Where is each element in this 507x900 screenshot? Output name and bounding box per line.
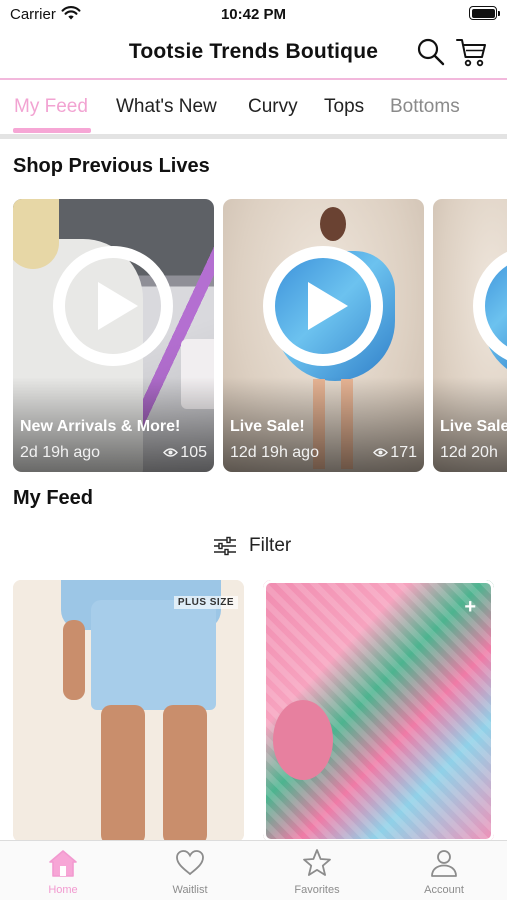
search-button[interactable] (415, 36, 447, 68)
search-icon (417, 38, 445, 66)
nav-home-label: Home (48, 884, 78, 896)
sliders-icon (214, 536, 236, 556)
nav-home[interactable]: Home (0, 841, 126, 900)
plus-icon: + (464, 596, 476, 618)
leg-shape (163, 705, 207, 842)
live-age: 12d 19h ago (230, 444, 319, 461)
bottom-nav: Home Waitlist Favorites Account (0, 840, 507, 900)
filter-label: Filter (249, 535, 292, 556)
previous-lives-title: Shop Previous Lives (13, 155, 210, 177)
nav-account-label: Account (424, 884, 464, 896)
nav-favorites[interactable]: Favorites (254, 841, 380, 900)
status-time: 10:42 PM (220, 6, 287, 23)
eye-icon (373, 448, 389, 457)
nav-waitlist-label: Waitlist (172, 884, 208, 896)
arm-shape (63, 620, 85, 700)
nav-favorites-label: Favorites (294, 884, 340, 896)
product-card[interactable]: PLUS SIZE (13, 580, 244, 842)
tab-tops[interactable]: Tops (324, 96, 364, 118)
heart-icon (176, 850, 204, 876)
product-card[interactable]: + (263, 580, 494, 842)
shorts-shape (91, 600, 216, 710)
live-card[interactable]: Live Sale! 12d 19h ago 171 (223, 199, 424, 472)
view-count: 105 (163, 444, 207, 462)
view-count: 171 (373, 444, 417, 462)
status-bar: Carrier 10:42 PM (0, 0, 507, 28)
cart-icon (456, 39, 486, 67)
leg-shape (101, 705, 145, 842)
tab-bottoms[interactable]: Bottoms (390, 96, 460, 118)
filter-button[interactable]: Filter (213, 534, 303, 558)
live-title: New Arrivals & More! (20, 418, 181, 435)
play-icon (473, 251, 507, 361)
app-header: Tootsie Trends Boutique (0, 28, 507, 78)
live-card[interactable]: New Arrivals & More! 2d 19h ago 105 (13, 199, 214, 472)
view-count-value: 105 (180, 444, 207, 461)
play-icon (53, 246, 173, 366)
live-age: 12d 20h (440, 444, 498, 461)
feed-title: My Feed (13, 487, 94, 509)
star-icon (303, 849, 331, 876)
live-card[interactable]: Live Sale 12d 20h (433, 199, 507, 472)
home-icon (49, 850, 77, 877)
tab-curvy[interactable]: Curvy (248, 96, 298, 118)
tab-my-feed[interactable]: My Feed (14, 96, 88, 118)
nav-waitlist[interactable]: Waitlist (127, 841, 253, 900)
product-image (263, 580, 494, 842)
person-icon (431, 850, 457, 877)
live-title: Live Sale (440, 418, 507, 435)
flower-shape (273, 700, 333, 780)
cart-button[interactable] (455, 36, 489, 68)
live-title: Live Sale! (230, 418, 305, 435)
active-tab-indicator (13, 128, 91, 133)
view-count-value: 171 (390, 444, 417, 461)
tabs-divider (0, 134, 507, 139)
size-badge: PLUS SIZE (173, 596, 238, 609)
tab-whats-new[interactable]: What's New (116, 96, 217, 118)
battery-icon (469, 6, 500, 20)
live-age: 2d 19h ago (20, 444, 101, 461)
eye-icon (163, 448, 179, 457)
product-image (13, 580, 244, 842)
play-icon (263, 246, 383, 366)
nav-account[interactable]: Account (381, 841, 507, 900)
head-shape (320, 207, 346, 241)
